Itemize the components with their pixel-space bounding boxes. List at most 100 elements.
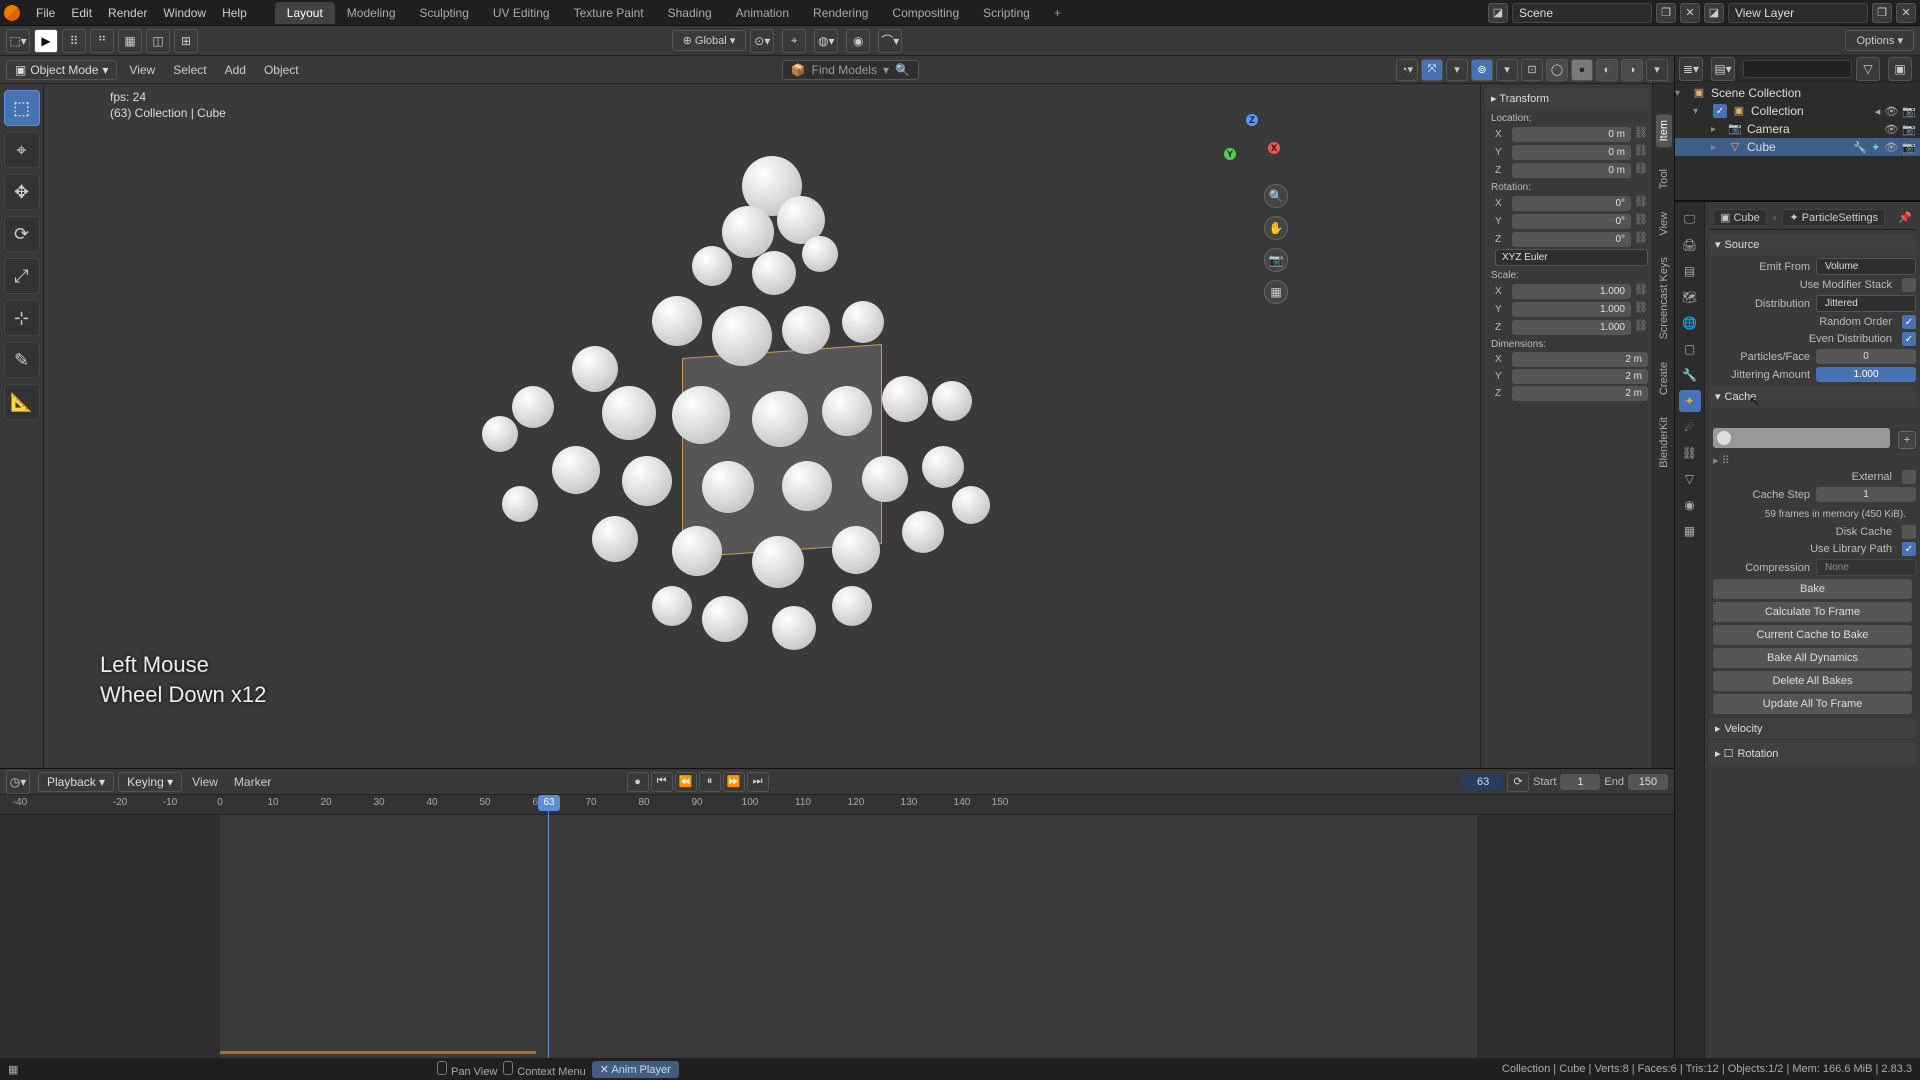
use-modifier-stack-checkbox[interactable]: [1902, 278, 1916, 292]
loc-z-field[interactable]: 0 m: [1512, 163, 1631, 178]
cache-list[interactable]: [1713, 428, 1890, 448]
scale-z-field[interactable]: 1.000: [1512, 320, 1631, 335]
select-mode-extend-icon[interactable]: ⠛: [90, 29, 114, 53]
select-mode-set-icon[interactable]: ⠿: [62, 29, 86, 53]
axis-x-icon[interactable]: X: [1268, 142, 1280, 154]
keying-dropdown[interactable]: Keying ▾: [118, 772, 182, 792]
jittering-amount-field[interactable]: 1.000: [1816, 367, 1916, 382]
ptab-object-icon[interactable]: ▢: [1679, 338, 1701, 360]
menu-file[interactable]: File: [28, 2, 63, 24]
gizmos-dropdown-icon[interactable]: ▾: [1446, 59, 1468, 81]
use-library-path-checkbox[interactable]: ✓: [1902, 542, 1916, 556]
select-mode-intersect-icon[interactable]: ◫: [146, 29, 170, 53]
jump-next-key-icon[interactable]: ⏩: [723, 772, 745, 792]
cache-list-expand[interactable]: ▸ ⠿: [1713, 454, 1912, 467]
scale-y-field[interactable]: 1.000: [1512, 302, 1631, 317]
axis-z-icon[interactable]: Z: [1246, 114, 1258, 126]
tool-annotate[interactable]: ✎: [4, 342, 40, 378]
particles-icon[interactable]: ✦: [1871, 141, 1880, 154]
gizmos-toggle-icon[interactable]: ⤧: [1421, 59, 1443, 81]
end-frame-field[interactable]: 150: [1628, 774, 1668, 790]
ptab-material-icon[interactable]: ◉: [1679, 494, 1701, 516]
scene-close-icon[interactable]: ✕: [1680, 3, 1700, 23]
dim-y-field[interactable]: 2 m: [1512, 369, 1648, 384]
scale-x-field[interactable]: 1.000: [1512, 284, 1631, 299]
xray-toggle-icon[interactable]: ⊡: [1521, 59, 1543, 81]
render-icon[interactable]: 📷: [1902, 123, 1916, 136]
axis-gizmo[interactable]: X Y Z: [1220, 114, 1280, 174]
bake-button[interactable]: Bake: [1713, 579, 1912, 599]
snap-toggle-icon[interactable]: ⌖: [782, 29, 806, 53]
timeline-editor-type-icon[interactable]: ◷▾: [6, 770, 30, 794]
overlays-toggle-icon[interactable]: ⊚: [1471, 59, 1493, 81]
shading-lookdev-icon[interactable]: ◐: [1596, 59, 1618, 81]
collection-enable-checkbox[interactable]: ✓: [1713, 104, 1727, 118]
ptab-output-icon[interactable]: 🖨: [1679, 234, 1701, 256]
tool-move[interactable]: ✥: [4, 174, 40, 210]
pivot-dropdown-icon[interactable]: ⊙▾: [750, 29, 774, 53]
menu-render[interactable]: Render: [100, 2, 155, 24]
shading-options-icon[interactable]: ▾: [1646, 59, 1668, 81]
select-tool-icon[interactable]: ▶: [34, 29, 58, 53]
timeline-menu-marker[interactable]: Marker: [228, 772, 277, 792]
tab-shading[interactable]: Shading: [656, 2, 724, 24]
breadcrumb-object[interactable]: ▣ Cube: [1713, 209, 1767, 226]
viewlayer-new-icon[interactable]: ❐: [1872, 3, 1892, 23]
loc-y-field[interactable]: 0 m: [1512, 145, 1631, 160]
lock-range-icon[interactable]: ⟳: [1507, 772, 1529, 792]
dim-z-field[interactable]: 2 m: [1512, 386, 1648, 401]
timeline-ruler[interactable]: -40-20-100102030405060708090100110120130…: [0, 795, 1674, 815]
tab-modeling[interactable]: Modeling: [335, 2, 408, 24]
modifier-icon[interactable]: 🔧: [1853, 141, 1867, 154]
render-icon[interactable]: 📷: [1902, 141, 1916, 154]
lock-icon[interactable]: ⛓: [1634, 319, 1648, 335]
add-workspace-button[interactable]: +: [1042, 2, 1066, 24]
options-dropdown[interactable]: Options ▾: [1845, 30, 1914, 51]
timeline-menu-view[interactable]: View: [186, 772, 224, 792]
vp-menu-add[interactable]: Add: [219, 60, 252, 80]
perspective-icon[interactable]: ▦: [1264, 280, 1288, 304]
tab-tool[interactable]: Tool: [1658, 169, 1670, 189]
tool-transform[interactable]: ⊹: [4, 300, 40, 336]
find-models-search[interactable]: 📦Find Models ▾ 🔍: [782, 60, 919, 80]
select-mode-invert-icon[interactable]: ⊞: [174, 29, 198, 53]
timeline-track[interactable]: -40-20-100102030405060708090100110120130…: [0, 795, 1674, 1058]
zoom-icon[interactable]: 🔍: [1264, 184, 1288, 208]
jump-start-icon[interactable]: ⏮: [651, 772, 673, 792]
orientation-dropdown[interactable]: ⊕ Global ▾: [672, 30, 747, 51]
proportional-toggle-icon[interactable]: ◉: [846, 29, 870, 53]
tab-view[interactable]: View: [1658, 212, 1670, 236]
even-distribution-checkbox[interactable]: ✓: [1902, 332, 1916, 346]
tool-scale[interactable]: ⤢: [4, 258, 40, 294]
tab-item[interactable]: Item: [1656, 114, 1672, 147]
tool-rotate[interactable]: ⟳: [4, 216, 40, 252]
anim-player-badge[interactable]: ✕ Anim Player: [592, 1061, 679, 1078]
calc-to-frame-button[interactable]: Calculate To Frame: [1713, 602, 1912, 622]
tab-animation[interactable]: Animation: [724, 2, 801, 24]
menu-edit[interactable]: Edit: [63, 2, 100, 24]
mode-dropdown[interactable]: ▣ Object Mode ▾: [6, 60, 117, 80]
axis-y-icon[interactable]: Y: [1224, 148, 1236, 160]
distribution-dropdown[interactable]: Jittered: [1816, 295, 1916, 312]
tab-scripting[interactable]: Scripting: [971, 2, 1042, 24]
panel-rotation-header[interactable]: ▸ ☐ Rotation: [1709, 743, 1916, 764]
panel-cache-header[interactable]: ▾ Cache: [1709, 386, 1916, 407]
outliner-row-scene-collection[interactable]: ▾▣ Scene Collection: [1675, 84, 1920, 102]
playback-dropdown[interactable]: Playback ▾: [38, 772, 114, 792]
loc-x-field[interactable]: 0 m: [1512, 127, 1631, 142]
ptab-render-icon[interactable]: 🖵: [1679, 208, 1701, 230]
scene-dropdown[interactable]: Scene: [1512, 3, 1652, 23]
update-all-to-frame-button[interactable]: Update All To Frame: [1713, 694, 1912, 714]
tab-sculpting[interactable]: Sculpting: [408, 2, 481, 24]
rot-z-field[interactable]: 0°: [1512, 232, 1631, 247]
current-frame-field[interactable]: 63: [1463, 774, 1503, 790]
lock-icon[interactable]: ⛓: [1634, 162, 1648, 178]
tool-measure[interactable]: 📐: [4, 384, 40, 420]
vp-menu-select[interactable]: Select: [167, 60, 212, 80]
ptab-mesh-icon[interactable]: ▽: [1679, 468, 1701, 490]
tool-cursor[interactable]: ⌖: [4, 132, 40, 168]
cache-step-field[interactable]: 1: [1816, 487, 1916, 502]
viewlayer-browse-icon[interactable]: ◪: [1704, 3, 1724, 23]
shading-solid-icon[interactable]: ●: [1571, 59, 1593, 81]
outliner-new-collection-icon[interactable]: ▣: [1888, 57, 1912, 81]
